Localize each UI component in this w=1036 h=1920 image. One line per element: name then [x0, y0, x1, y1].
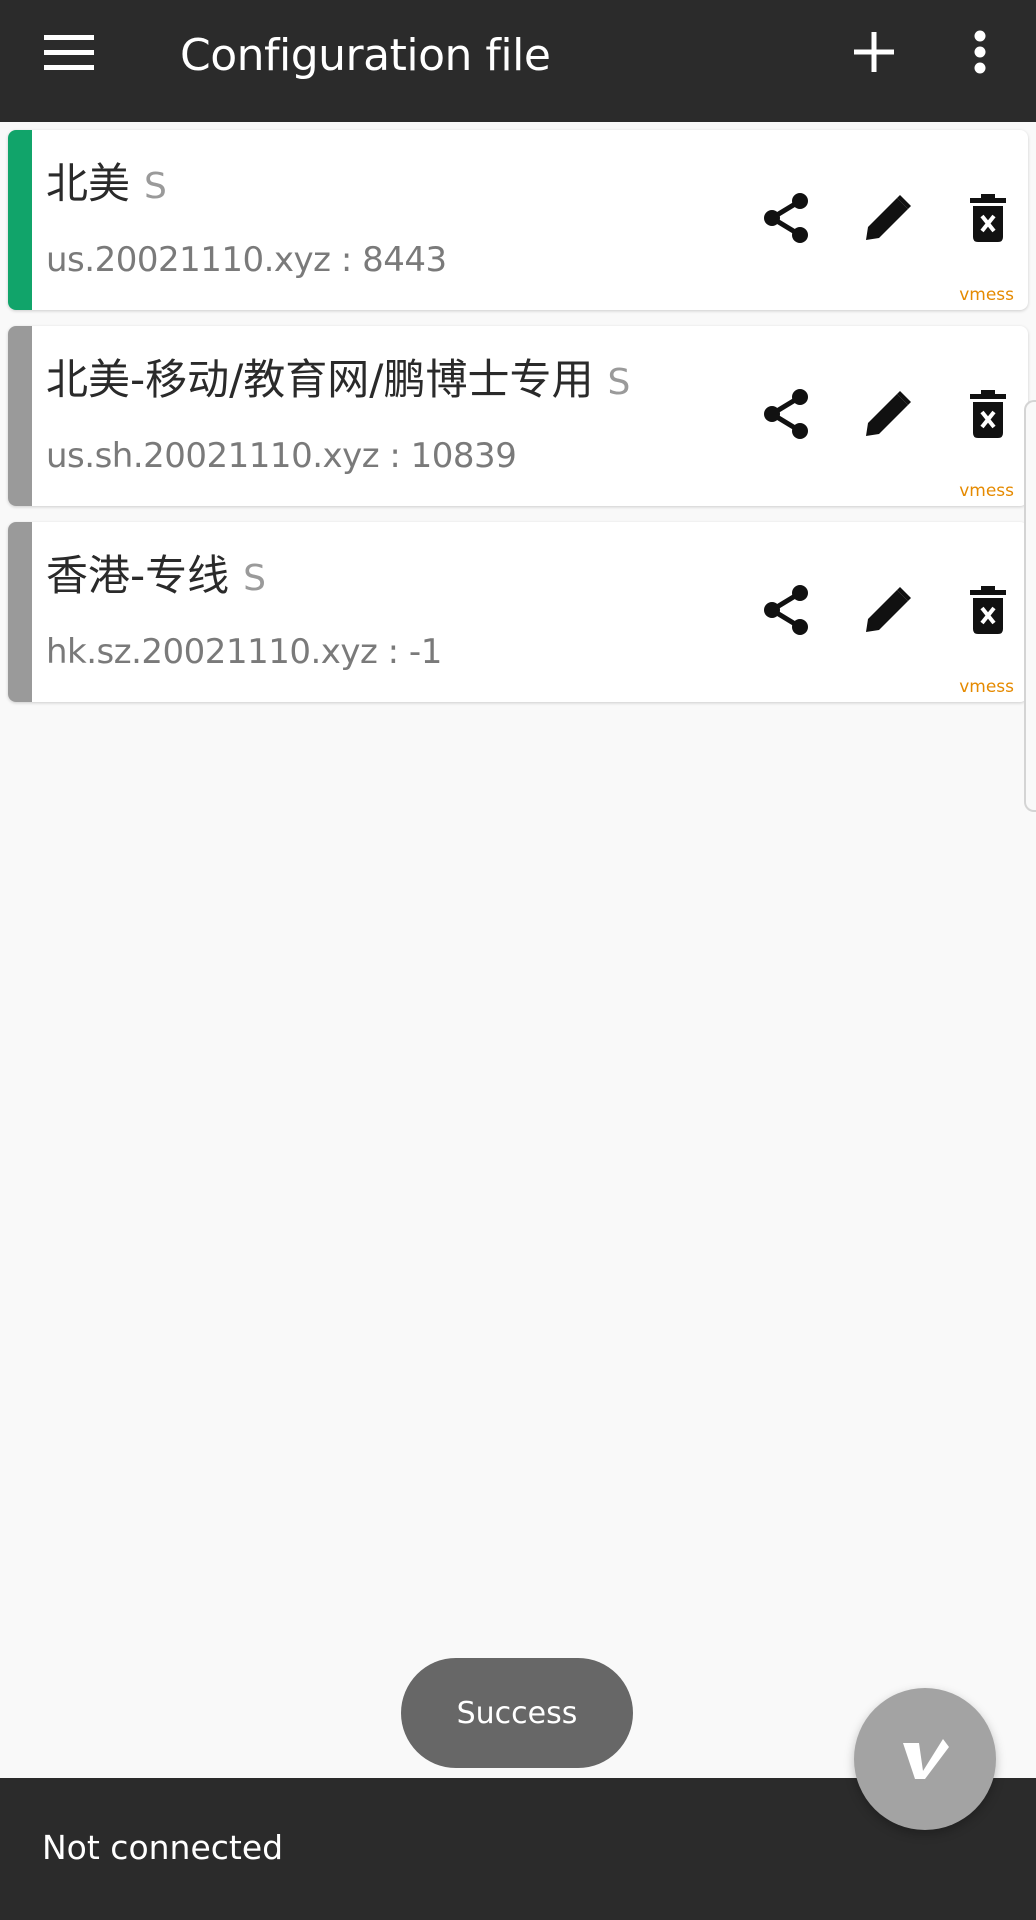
selected-indicator [8, 326, 32, 506]
share-icon[interactable] [758, 190, 814, 246]
selected-indicator [8, 130, 32, 310]
server-card[interactable]: 香港-专线 S hk.sz.20021110.xyz : -1 vmess [8, 522, 1028, 702]
edit-icon[interactable] [860, 190, 916, 246]
connect-button[interactable] [854, 1688, 996, 1830]
server-type-suffix: S [243, 558, 267, 599]
success-toast: Success [401, 1658, 633, 1768]
protocol-badge: vmess [959, 285, 1014, 305]
v-logo-icon [897, 1729, 953, 1789]
server-type-suffix: S [607, 362, 631, 403]
delete-icon[interactable] [960, 190, 1016, 246]
menu-icon[interactable] [36, 22, 102, 84]
more-vert-icon[interactable] [956, 24, 1004, 80]
server-name-row: 香港-专线 S [46, 542, 266, 602]
server-name: 北美 [46, 159, 131, 208]
server-name: 香港-专线 [46, 551, 230, 600]
delete-icon[interactable] [960, 582, 1016, 638]
server-name-row: 北美-移动/教育网/鹏博士专用 S [46, 346, 630, 406]
server-card[interactable]: 北美 S us.20021110.xyz : 8443 vmess [8, 130, 1028, 310]
server-list: 北美 S us.20021110.xyz : 8443 vmess 北美-移动/… [8, 130, 1028, 718]
add-icon[interactable] [846, 24, 902, 80]
protocol-badge: vmess [959, 481, 1014, 501]
edit-icon[interactable] [860, 582, 916, 638]
server-address: hk.sz.20021110.xyz : -1 [46, 632, 442, 672]
protocol-badge: vmess [959, 677, 1014, 697]
server-name-row: 北美 S [46, 150, 167, 210]
edge-panel-handle[interactable] [1024, 400, 1036, 812]
server-name: 北美-移动/教育网/鹏博士专用 [46, 355, 594, 404]
page-title: Configuration file [180, 30, 551, 81]
delete-icon[interactable] [960, 386, 1016, 442]
share-icon[interactable] [758, 582, 814, 638]
app-bar: Configuration file [0, 0, 1036, 122]
selected-indicator [8, 522, 32, 702]
server-address: us.sh.20021110.xyz : 10839 [46, 436, 517, 476]
connection-status: Not connected [42, 1828, 284, 1867]
server-address: us.20021110.xyz : 8443 [46, 240, 447, 280]
edit-icon[interactable] [860, 386, 916, 442]
share-icon[interactable] [758, 386, 814, 442]
server-type-suffix: S [144, 166, 167, 207]
server-card[interactable]: 北美-移动/教育网/鹏博士专用 S us.sh.20021110.xyz : 1… [8, 326, 1028, 506]
